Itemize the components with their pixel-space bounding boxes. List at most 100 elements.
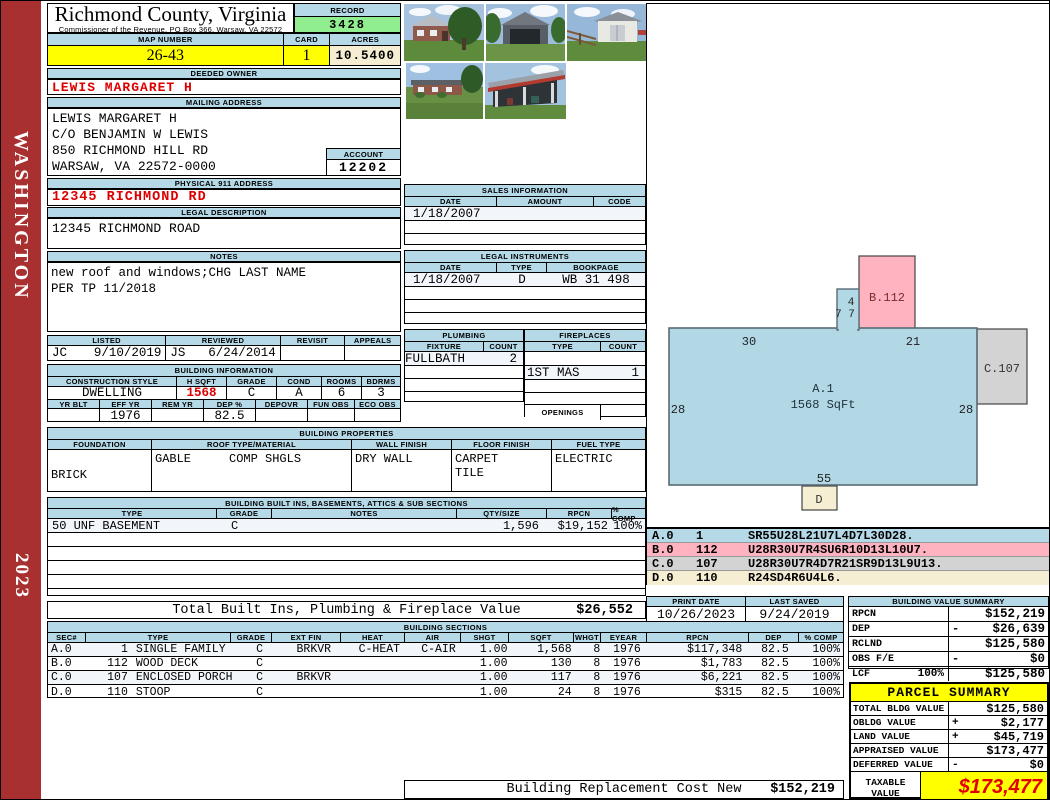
revisit-value: [281, 346, 346, 360]
sec-eyear: 1976: [613, 657, 641, 670]
sec-dep: 82.5: [761, 643, 789, 656]
parcel-value: $45,719: [993, 730, 1044, 743]
empty-row: [405, 313, 645, 325]
sec-eyear: 1976: [613, 671, 641, 684]
fixture-count: 2: [509, 352, 517, 365]
sketch-panel: 30 21 4 7 7 28 28 A.1 1568 SqFt 55 B.112…: [646, 3, 1049, 528]
mailing-address-label: MAILING ADDRESS: [47, 97, 401, 108]
sec-whgt: 8: [593, 657, 601, 670]
col-fireplace-count: COUNT: [601, 342, 645, 351]
sec-sqft: 130: [550, 657, 572, 670]
taxable-value: $173,477: [921, 772, 1047, 799]
parcel-row: DEFERRED VALUE - $0: [851, 757, 1047, 771]
property-photo[interactable]: [566, 4, 646, 61]
col-eco-obs: ECO OBS: [355, 400, 400, 409]
fireplaces-label: FIREPLACES: [525, 330, 645, 342]
sec-sqft: 117: [550, 671, 572, 684]
property-photo[interactable]: [406, 63, 483, 119]
dim-notch-sides: 7 7: [835, 309, 855, 321]
col-dep-pct: DEP %: [204, 400, 256, 409]
eff-yr-value: 1976: [100, 409, 152, 422]
sec-shgt: 1.00: [479, 643, 508, 656]
sale-amount: [497, 207, 594, 220]
fireplace-type: 1ST MAS: [527, 366, 580, 379]
revisit-label: REVISIT: [280, 336, 346, 345]
col-bi-notes: NOTES: [272, 509, 457, 518]
instruments-label: LEGAL INSTRUMENTS: [405, 251, 645, 263]
bi-rpcn: $19,152: [557, 519, 608, 532]
empty-row: [48, 589, 645, 601]
empty-row: [405, 234, 645, 246]
section-row-c: C.0 107 ENCLOSED PORCH C BRKVR 1.00 117 …: [48, 671, 843, 685]
sec-type: ENCLOSED PORCH: [135, 671, 233, 684]
col-comp2: % COMP: [799, 633, 843, 642]
col-wall: WALL FINISH: [352, 440, 452, 449]
parcel-label: OBLDG VALUE: [851, 716, 949, 729]
value-summary: BUILDING VALUE SUMMARY RPCN $152,219 DEP…: [848, 596, 1049, 681]
col-fuel: FUEL TYPE: [552, 440, 645, 449]
col-construction-style: CONSTRUCTION STYLE: [48, 377, 177, 386]
section-b-id: B.112: [869, 291, 905, 305]
property-photo[interactable]: [485, 63, 566, 119]
building-properties-label: BUILDING PROPERTIES: [48, 428, 645, 440]
vs-label: LCF: [852, 668, 871, 680]
review-table: LISTED REVIEWED REVISIT APPEALS JC 9/10/…: [47, 335, 401, 361]
sec-num: 1: [120, 643, 128, 656]
empty-row: [525, 380, 645, 393]
vs-value: $0: [1029, 652, 1045, 666]
mailing-line: LEWIS MARGARET H: [52, 111, 177, 126]
sec-eyear: 1976: [613, 643, 641, 656]
sec-dep: 82.5: [761, 671, 789, 684]
openings-label: OPENINGS: [525, 405, 601, 420]
section-a-area: 1568 SqFt: [791, 398, 856, 412]
sec-whgt: 8: [593, 685, 601, 699]
dim-right: 28: [959, 403, 973, 417]
empty-row: [48, 533, 645, 547]
col-sec: SEC#: [48, 633, 86, 642]
map-number-value: 26-43: [48, 46, 284, 65]
empty-row: [405, 287, 645, 300]
vector-code: U28R30U7R4SU6R10D13L10U7.: [748, 543, 929, 557]
vector-num: 107: [696, 557, 718, 571]
section-row-a: A.0 1 SINGLE FAMILY C BRKVR C-HEAT C-AIR…: [48, 643, 843, 657]
parcel-row: LAND VALUE + $45,719: [851, 729, 1047, 743]
parcel-row: TOTAL BLDG VALUE $125,580: [851, 701, 1047, 715]
taxable-label-2: VALUE: [871, 787, 900, 799]
floor-finish-value-2: TILE: [455, 466, 484, 480]
property-photo[interactable]: [404, 4, 484, 61]
sec-comp: 100%: [812, 671, 840, 684]
sec-dep: 82.5: [761, 685, 789, 699]
roof-type-value: GABLE: [155, 452, 192, 466]
print-info: PRINT DATE LAST SAVED 10/26/2023 9/24/20…: [646, 596, 844, 623]
col-heat: HEAT: [341, 633, 405, 642]
col-grade2: GRADE: [231, 633, 272, 642]
empty-row: [525, 352, 645, 366]
property-photo[interactable]: [483, 4, 567, 61]
parcel-row: OBLDG VALUE + $2,177: [851, 715, 1047, 729]
wall-finish-value: DRY WALL: [352, 450, 452, 492]
col-fixture-count: COUNT: [484, 342, 523, 351]
vector-codes: A.0 1 SR55U28L21U7L4D7L30D28. B.0 112 U2…: [646, 528, 1049, 585]
building-properties-table: BUILDING PROPERTIES FOUNDATION ROOF TYPE…: [47, 427, 646, 492]
col-eyear: EYEAR: [601, 633, 647, 642]
eco-obs-value: [355, 409, 400, 422]
sec-whgt: 8: [593, 671, 601, 684]
sec-id: A.0: [51, 643, 72, 656]
vector-num: 112: [696, 543, 718, 557]
record-value: 3428: [295, 17, 400, 32]
col-inst-date: DATE: [405, 263, 497, 272]
taxable-label: TAXABLE: [865, 776, 906, 788]
fuel-type-value: ELECTRIC: [555, 452, 613, 466]
parcel-label: LAND VALUE: [851, 730, 949, 743]
bi-qty: 1,596: [502, 519, 539, 532]
record-label: RECORD: [295, 4, 400, 17]
floor-finish-value: CARPET: [455, 452, 499, 466]
listed-label: LISTED: [48, 336, 167, 345]
col-inst-bookpage: BOOKPAGE: [547, 263, 645, 272]
building-info-label: BUILDING INFORMATION: [48, 365, 400, 377]
parcel-value: $0: [1029, 758, 1044, 771]
depovr-value: [256, 409, 308, 422]
col-eff-yr: EFF YR: [100, 400, 152, 409]
fireplaces-table: FIREPLACES TYPE COUNT 1ST MAS 1 OPENINGS: [524, 329, 646, 420]
vector-code: U28R30U7R4D7R21SR9D13L9U13.: [748, 557, 943, 571]
